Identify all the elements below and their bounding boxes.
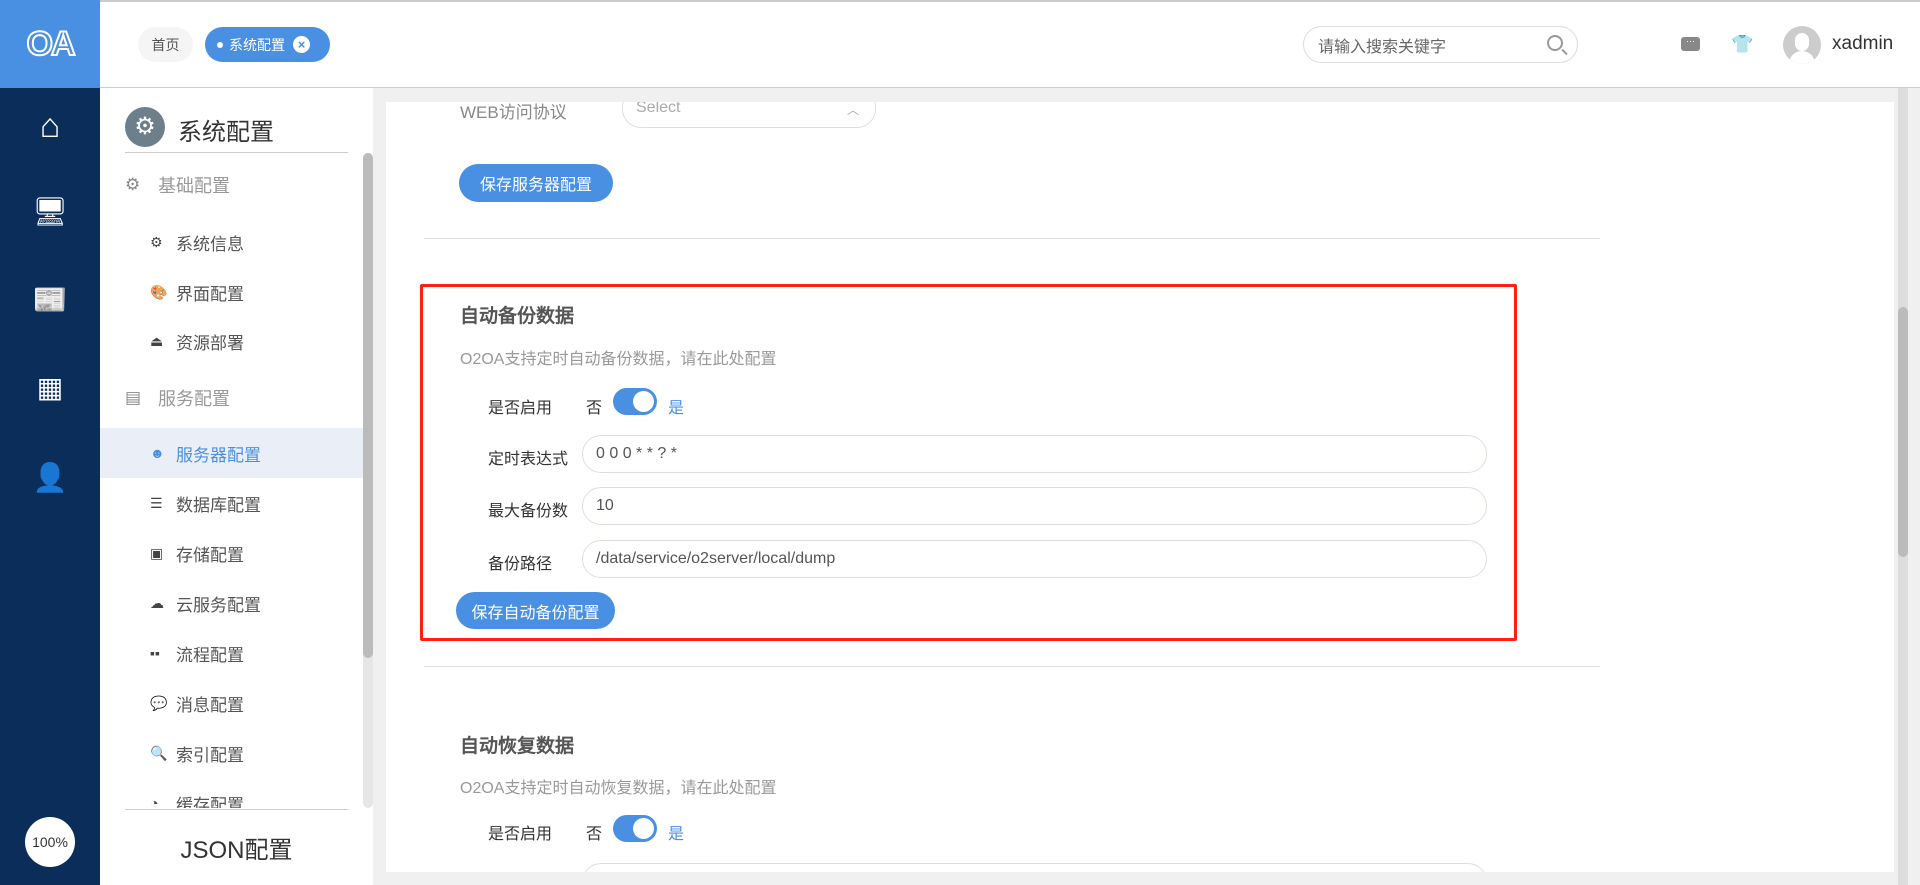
message-gear-icon: 💬 (150, 694, 168, 711)
home-icon[interactable]: ⌂ (30, 106, 70, 146)
sidebar-item-resource-deploy[interactable]: ⏏ 资源部署 (100, 316, 363, 366)
active-dot-icon (217, 41, 223, 48)
database-icon: ☰ (150, 494, 163, 511)
search-input[interactable]: 请输入搜索关键字 (1303, 26, 1578, 63)
sidebar-title: 系统配置 (178, 119, 274, 146)
sidebar-scroll-thumb[interactable] (363, 153, 373, 658)
upload-icon: ⏏ (150, 332, 164, 349)
message-icon[interactable]: ··· (1681, 37, 1700, 51)
highlight-box (420, 284, 1517, 641)
sidebar-group-service: ▤ 服务配置 (125, 388, 230, 409)
sidebar-group-basic: ⚙ 基础配置 (125, 175, 230, 196)
server-user-icon: ☻ (150, 445, 165, 461)
sidebar-item-ui-config[interactable]: 🎨 界面配置 (100, 267, 363, 317)
flow-icon: ▪▪ (150, 645, 160, 661)
divider (424, 666, 1600, 667)
content-scrollbar[interactable] (1898, 88, 1908, 885)
gear-icon: ⚙ (125, 107, 165, 147)
theme-shirt-icon[interactable]: 👕 (1731, 35, 1753, 53)
calendar-icon[interactable]: ▦ (30, 368, 70, 408)
avatar[interactable] (1783, 26, 1821, 64)
news-icon[interactable]: 📰 (30, 280, 70, 320)
protocol-label: WEB访问协议 (460, 103, 567, 122)
toggle-off-label: 否 (586, 826, 603, 843)
palette-icon: 🎨 (150, 283, 168, 300)
restore-enable-toggle[interactable] (613, 815, 657, 842)
toggle-on-label: 是 (668, 826, 685, 843)
gear-icon: ⚙ (150, 233, 163, 250)
save-server-config-button[interactable]: 保存服务器配置 (459, 164, 613, 202)
sidebar-item-server-config[interactable]: ☻ 服务器配置 (100, 428, 363, 478)
gear-icon: ⚙ (125, 175, 141, 194)
archive-icon: ▣ (150, 544, 164, 561)
sidebar-item-process-config[interactable]: ▪▪ 流程配置 (100, 628, 363, 678)
sidebar-item-cache-config[interactable]: ◔ 缓存配置 (100, 778, 363, 808)
sidebar-clip: ◔ 缓存配置 (100, 778, 363, 808)
zoom-level-badge[interactable]: 100% (25, 817, 75, 867)
json-config-link[interactable]: JSON配置 (100, 830, 373, 865)
app-logo[interactable]: OA (0, 0, 100, 88)
restore-title: 自动恢复数据 (460, 736, 575, 757)
tab-system-config[interactable]: 系统配置 × (205, 27, 330, 62)
protocol-select[interactable]: Select ︿ (622, 102, 876, 128)
divider (125, 152, 348, 153)
monitor-user-icon[interactable]: 🖥 (30, 192, 70, 232)
sidebar-item-cloud-config[interactable]: ☁ 云服务配置 (100, 578, 363, 628)
sidebar-item-system-info[interactable]: ⚙ 系统信息 (100, 217, 363, 267)
pie-chart-icon: ◔ (150, 795, 159, 808)
chevron-up-icon: ︿ (846, 103, 859, 117)
sidebar-item-storage-config[interactable]: ▣ 存储配置 (100, 528, 363, 578)
sidebar-item-index-config[interactable]: 🔍 索引配置 (100, 728, 363, 778)
content-scroll-thumb[interactable] (1898, 307, 1908, 557)
close-tab-icon[interactable]: × (293, 36, 310, 53)
cloud-icon: ☁ (150, 594, 164, 611)
sidebar-item-message-config[interactable]: 💬 消息配置 (100, 678, 363, 728)
user-settings-icon[interactable]: 👤 (30, 458, 70, 498)
sidebar-scrollbar[interactable] (363, 153, 373, 808)
search-placeholder: 请输入搜索关键字 (1318, 38, 1447, 56)
restore-input[interactable] (582, 863, 1487, 872)
username[interactable]: xadmin (1832, 33, 1893, 55)
sidebar-item-database-config[interactable]: ☰ 数据库配置 (100, 478, 363, 528)
tab-label: 系统配置 (229, 36, 285, 53)
divider (424, 238, 1600, 239)
restore-description: O2OA支持定时自动恢复数据，请在此处配置 (460, 780, 777, 797)
search-icon: 🔍 (150, 744, 168, 761)
tab-home[interactable]: 首页 (138, 27, 193, 62)
divider (125, 809, 348, 810)
restore-enable-label: 是否启用 (488, 826, 553, 843)
search-icon[interactable] (1547, 35, 1563, 51)
server-icon: ▤ (125, 388, 142, 407)
